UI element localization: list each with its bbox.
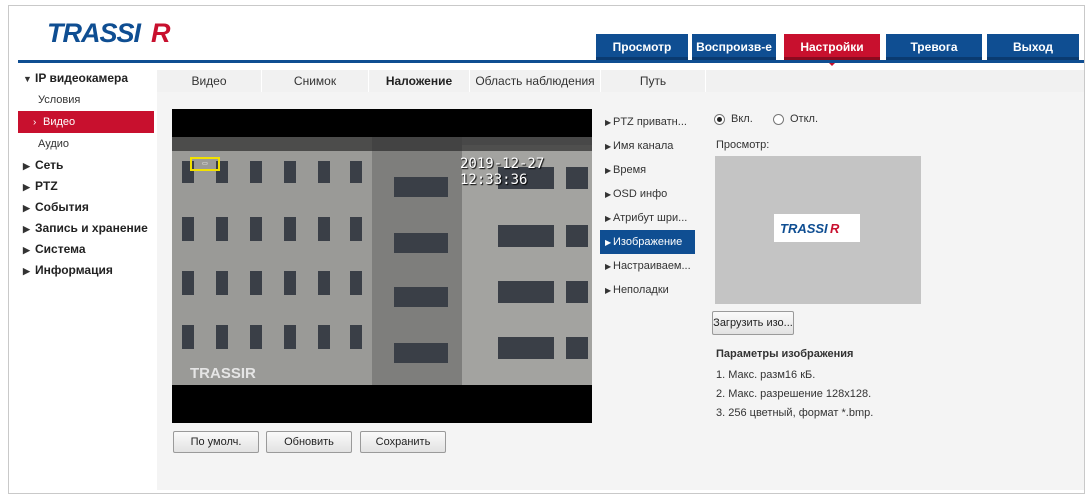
submenu-item-label: Настраиваем... [613, 260, 691, 272]
submenu-item-channel-name[interactable]: ▶ Имя канала [600, 134, 695, 158]
param-line: 2. Макс. разрешение 128x128. [716, 388, 872, 400]
tab-video[interactable]: Видео [157, 70, 261, 92]
sidebar-group-label: IP видеокамера [35, 71, 129, 85]
sidebar-group-label: Система [35, 242, 86, 256]
submenu-item-image[interactable]: ▶ Изображение [600, 230, 695, 254]
tab-observation-area[interactable]: Область наблюдения [470, 70, 600, 92]
sidebar-group-label: PTZ [35, 179, 58, 193]
sidebar-group-label: Сеть [35, 158, 64, 172]
svg-text:TRASSI: TRASSI [780, 221, 828, 236]
nav-settings-button[interactable]: Настройки [784, 34, 880, 66]
submenu-item-time[interactable]: ▶ Время [600, 158, 695, 182]
bullet-icon: ▶ [605, 238, 612, 247]
tab-divider [705, 70, 706, 92]
svg-text:R: R [830, 221, 840, 236]
bullet-icon: ▶ [605, 118, 612, 127]
bullet-icon: ▶ [605, 262, 612, 271]
bullet-icon: ▶ [605, 190, 612, 199]
preview-label: Просмотр: [716, 139, 770, 151]
triangle-right-icon: ▶ [23, 203, 30, 213]
submenu-item-label: Время [613, 164, 647, 176]
radio-off-label: Откл. [790, 113, 819, 125]
radio-on-label: Вкл. [731, 113, 753, 125]
sidebar-item-conditions[interactable]: Условия [18, 89, 156, 111]
sidebar-item-label: Видео [43, 116, 76, 128]
submenu-item-font-attribute[interactable]: ▶ Атрибут шри... [600, 206, 695, 230]
tab-bar: Видео Снимок Наложение Область наблюдени… [157, 70, 1084, 92]
tab-path[interactable]: Путь [601, 70, 705, 92]
triangle-right-icon: ▶ [23, 266, 30, 276]
submenu-item-osd-info[interactable]: ▶ OSD инфо [600, 182, 695, 206]
sidebar-group-label: Информация [35, 263, 113, 277]
chevron-right-icon: › [33, 117, 37, 128]
nav-playback-button[interactable]: Воспроизв-е [692, 34, 776, 60]
sidebar-item-video[interactable]: › Видео [18, 111, 154, 133]
svg-text:R: R [151, 18, 171, 48]
osd-brand-text: TRASSIR [190, 365, 256, 382]
sidebar-group-ip-camera[interactable]: ▼ IP видеокамера [18, 68, 156, 89]
sidebar-group-ptz[interactable]: ▶ PTZ [18, 176, 156, 197]
param-line: 1. Макс. разм16 кБ. [716, 369, 816, 381]
tab-snapshot[interactable]: Снимок [262, 70, 368, 92]
radio-off-indicator [773, 113, 784, 125]
radio-off[interactable]: Откл. [773, 113, 818, 125]
triangle-down-icon: ▼ [23, 74, 32, 84]
sidebar-group-label: Запись и хранение [35, 221, 148, 235]
nav-logout-button[interactable]: Выход [987, 34, 1079, 60]
osd-timestamp: 2019-12-27 12:33:36 [460, 156, 545, 188]
nav-alarm-button[interactable]: Тревога [886, 34, 982, 60]
default-button[interactable]: По умолч. [173, 431, 259, 453]
submenu-item-custom[interactable]: ▶ Настраиваем... [600, 254, 695, 278]
bullet-icon: ▶ [605, 286, 612, 295]
sidebar-group-recording[interactable]: ▶ Запись и хранение [18, 218, 156, 239]
overlay-logo-image: TRASSI R [774, 214, 860, 242]
param-line: 3. 256 цветный, формат *.bmp. [716, 407, 874, 419]
osd-logo-box: ▭ [190, 157, 220, 171]
refresh-button[interactable]: Обновить [266, 431, 352, 453]
tab-overlay[interactable]: Наложение [369, 70, 469, 92]
submenu-item-label: Изображение [613, 236, 683, 248]
triangle-right-icon: ▶ [23, 161, 30, 171]
sidebar-group-network[interactable]: ▶ Сеть [18, 155, 156, 176]
submenu-item-faults[interactable]: ▶ Неполадки [600, 278, 695, 302]
sidebar-group-label: События [35, 200, 89, 214]
svg-text:TRASSI: TRASSI [47, 18, 142, 48]
sidebar-group-system[interactable]: ▶ Система [18, 239, 156, 260]
triangle-right-icon: ▶ [23, 224, 30, 234]
upload-image-button[interactable]: Загрузить изо... [712, 311, 794, 335]
sidebar-item-audio[interactable]: Аудио [18, 133, 156, 155]
triangle-right-icon: ▶ [23, 182, 30, 192]
overlay-submenu: ▶ PTZ приватн... ▶ Имя канала ▶ Время ▶ OSD … [600, 110, 695, 302]
submenu-item-label: Атрибут шри... [613, 212, 688, 224]
bullet-icon: ▶ [605, 166, 612, 175]
save-button[interactable]: Сохранить [360, 431, 446, 453]
submenu-item-label: OSD инфо [613, 188, 668, 200]
nav-underline [18, 60, 1084, 63]
nav-view-button[interactable]: Просмотр [596, 34, 688, 60]
sidebar: ▼ IP видеокамера Условия › Видео Аудио ▶ Се… [18, 68, 156, 281]
submenu-item-label: Имя канала [613, 140, 674, 152]
radio-on-indicator [714, 113, 725, 125]
video-preview[interactable]: ▭ 2019-12-27 12:33:36 TRASSIR [172, 109, 592, 423]
overlay-image-preview: TRASSI R [715, 156, 921, 304]
triangle-right-icon: ▶ [23, 245, 30, 255]
params-title: Параметры изображения [716, 348, 854, 360]
trassir-logo: TRASSI R [47, 18, 171, 48]
submenu-item-label: Неполадки [613, 284, 669, 296]
bullet-icon: ▶ [605, 142, 612, 151]
submenu-item-ptz-privacy[interactable]: ▶ PTZ приватн... [600, 110, 695, 134]
sidebar-group-info[interactable]: ▶ Информация [18, 260, 156, 281]
sidebar-group-events[interactable]: ▶ События [18, 197, 156, 218]
radio-on[interactable]: Вкл. [714, 113, 753, 125]
bullet-icon: ▶ [605, 214, 612, 223]
submenu-item-label: PTZ приватн... [613, 116, 687, 128]
